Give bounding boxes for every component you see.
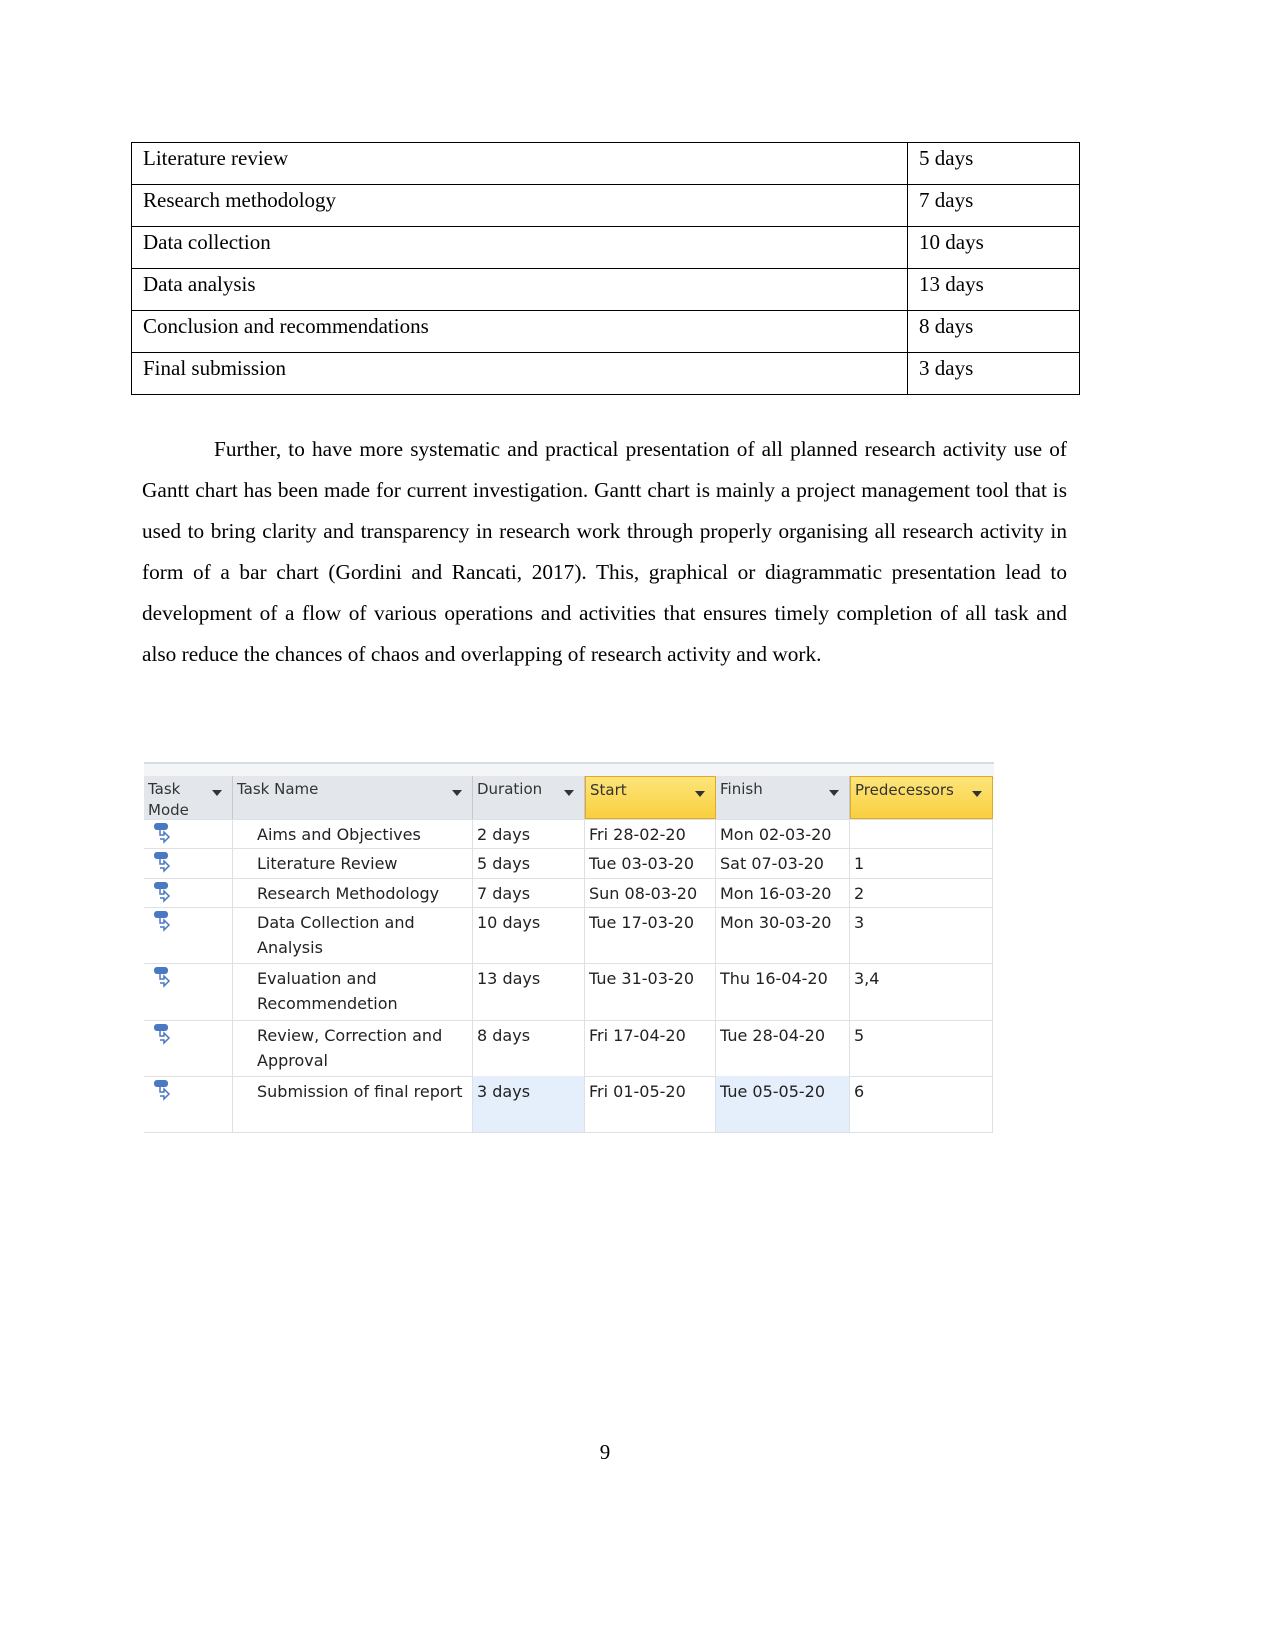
finish-cell: Thu 16-04-20: [716, 963, 850, 1020]
task-mode-cell: [144, 1076, 233, 1132]
auto-scheduled-task-icon: [154, 1080, 171, 1101]
auto-scheduled-task-icon: [154, 852, 171, 873]
duration-cell: 3 days: [473, 1076, 585, 1132]
finish-cell: Mon 02-03-20: [716, 819, 850, 848]
duration-cell: 8 days: [907, 310, 1080, 353]
name-cell: Aims and Objectives: [233, 819, 473, 848]
task-duration-table: Literature review 5 days Research methodol…: [131, 142, 1080, 395]
gantt-task-table: Task Mode Task Name Duration Start Finish Pre…: [144, 762, 994, 1140]
column-header-finish[interactable]: Finish: [716, 776, 850, 819]
start-cell: Tue 31-03-20: [585, 963, 716, 1020]
task-row[interactable]: Data Collection and Analysis 10 days Tue 1…: [144, 907, 993, 964]
page-number: 9: [599, 1440, 611, 1464]
duration-cell: 5 days: [473, 848, 585, 878]
dropdown-arrow-icon[interactable]: [564, 790, 574, 796]
task-row[interactable]: Review, Correction and Approval 8 days Fri…: [144, 1020, 993, 1077]
start-cell: Fri 28-02-20: [585, 819, 716, 848]
dropdown-arrow-icon[interactable]: [212, 790, 222, 796]
pred-cell: 5: [850, 1020, 993, 1076]
duration-cell: 8 days: [473, 1020, 585, 1076]
duration-cell: 10 days: [473, 907, 585, 963]
dropdown-arrow-icon[interactable]: [695, 791, 705, 797]
column-header-predecessors[interactable]: Predecessors: [850, 776, 993, 819]
paragraph-text: Further, to have more systematic and pra…: [142, 437, 1067, 666]
task-row[interactable]: Literature Review 5 days Tue 03-03-20 Sat 0…: [144, 848, 993, 879]
finish-cell: Sat 07-03-20: [716, 848, 850, 878]
name-cell: Submission of final report: [233, 1076, 473, 1132]
task-cell: Research methodology: [131, 184, 908, 227]
task-row[interactable]: Submission of final report 3 days Fri 01-0…: [144, 1076, 993, 1133]
task-mode-cell: [144, 819, 233, 848]
task-mode-cell: [144, 878, 233, 907]
auto-scheduled-task-icon: [154, 967, 171, 988]
task-cell: Data analysis: [131, 268, 908, 311]
task-cell: Literature review: [131, 142, 908, 185]
pred-cell: 3: [850, 907, 993, 963]
dropdown-arrow-icon[interactable]: [452, 790, 462, 796]
task-mode-cell: [144, 848, 233, 878]
finish-cell: Mon 30-03-20: [716, 907, 850, 963]
task-row[interactable]: Aims and Objectives 2 days Fri 28-02-20 Mon…: [144, 819, 993, 849]
duration-cell: 13 days: [907, 268, 1080, 311]
name-cell: Literature Review: [233, 848, 473, 878]
start-cell: Sun 08-03-20: [585, 878, 716, 907]
document-page: Literature review 5 days Research methodol…: [0, 0, 1275, 1651]
auto-scheduled-task-icon: [154, 1024, 171, 1045]
finish-cell: Tue 28-04-20: [716, 1020, 850, 1076]
table-row: Conclusion and recommendations 8 days: [131, 310, 1080, 353]
name-cell: Evaluation and Recommendetion: [233, 963, 473, 1020]
dropdown-arrow-icon[interactable]: [829, 790, 839, 796]
gantt-header-row: Task Mode Task Name Duration Start Finish Pre…: [144, 776, 993, 820]
finish-cell: Tue 05-05-20: [716, 1076, 850, 1132]
column-header-label: Predecessors: [855, 781, 954, 799]
start-cell: Fri 17-04-20: [585, 1020, 716, 1076]
table-row: Final submission 3 days: [131, 352, 1080, 395]
duration-cell: 13 days: [473, 963, 585, 1020]
pred-cell: [850, 819, 993, 848]
body-paragraph: Further, to have more systematic and pra…: [142, 429, 1067, 675]
duration-cell: 7 days: [907, 184, 1080, 227]
pred-cell: 3,4: [850, 963, 993, 1020]
column-header-task-mode[interactable]: Task Mode: [144, 776, 233, 819]
task-mode-cell: [144, 1020, 233, 1076]
task-cell: Data collection: [131, 226, 908, 269]
task-row[interactable]: Evaluation and Recommendetion 13 days Tue …: [144, 963, 993, 1021]
duration-cell: 7 days: [473, 878, 585, 907]
pred-cell: 6: [850, 1076, 993, 1132]
duration-cell: 5 days: [907, 142, 1080, 185]
table-row: Data collection 10 days: [131, 226, 1080, 269]
duration-cell: 10 days: [907, 226, 1080, 269]
finish-cell: Mon 16-03-20: [716, 878, 850, 907]
table-row: Literature review 5 days: [131, 142, 1080, 185]
pred-cell: 1: [850, 848, 993, 878]
name-cell: Review, Correction and Approval: [233, 1020, 473, 1076]
column-header-duration[interactable]: Duration: [473, 776, 585, 819]
duration-cell: 2 days: [473, 819, 585, 848]
task-mode-cell: [144, 907, 233, 963]
table-row: Data analysis 13 days: [131, 268, 1080, 311]
auto-scheduled-task-icon: [154, 823, 171, 844]
column-header-label: Task Mode: [148, 780, 189, 819]
start-cell: Fri 01-05-20: [585, 1076, 716, 1132]
auto-scheduled-task-icon: [154, 882, 171, 903]
name-cell: Data Collection and Analysis: [233, 907, 473, 963]
column-header-task-name[interactable]: Task Name: [233, 776, 473, 819]
column-header-label: Task Name: [237, 780, 319, 798]
task-cell: Final submission: [131, 352, 908, 395]
dropdown-arrow-icon[interactable]: [972, 791, 982, 797]
auto-scheduled-task-icon: [154, 911, 171, 932]
duration-cell: 3 days: [907, 352, 1080, 395]
pred-cell: 2: [850, 878, 993, 907]
task-row[interactable]: Research Methodology 7 days Sun 08-03-20 Mo…: [144, 878, 993, 908]
column-header-label: Duration: [477, 780, 543, 798]
start-cell: Tue 17-03-20: [585, 907, 716, 963]
column-header-start[interactable]: Start: [585, 776, 716, 819]
task-cell: Conclusion and recommendations: [131, 310, 908, 353]
table-row: Research methodology 7 days: [131, 184, 1080, 227]
column-header-label: Start: [590, 781, 627, 799]
start-cell: Tue 03-03-20: [585, 848, 716, 878]
task-mode-cell: [144, 963, 233, 1020]
column-header-label: Finish: [720, 780, 763, 798]
name-cell: Research Methodology: [233, 878, 473, 907]
